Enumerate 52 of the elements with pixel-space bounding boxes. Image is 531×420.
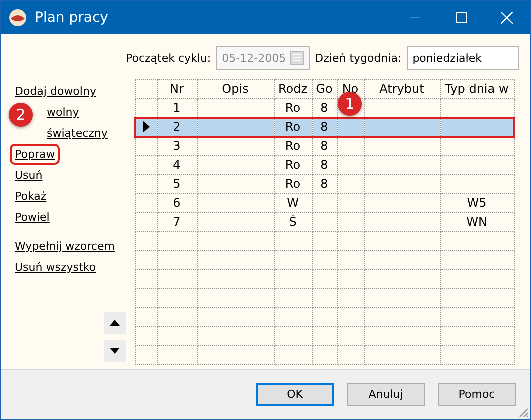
action-link[interactable]: Usuń wszystko	[9, 257, 96, 278]
table-cell: 8	[320, 120, 328, 134]
table-cell: Ro	[285, 139, 301, 154]
move-down-button[interactable]	[104, 340, 126, 362]
weekday-field[interactable]: poniedziałek	[406, 46, 519, 70]
move-up-button[interactable]	[104, 312, 126, 334]
action-link[interactable]: Wypełnij wzorcem	[9, 236, 115, 257]
table-cell: 8	[320, 100, 328, 115]
dialog-button[interactable]: Pomoc	[438, 383, 516, 406]
column-header: Opis	[197, 80, 274, 98]
table-cell: 5	[173, 177, 181, 191]
action-link[interactable]: Powiel	[9, 207, 50, 228]
action-link[interactable]: Dodaj dowolny	[9, 81, 96, 102]
cycle-start-label: Początek cyklu:	[126, 52, 212, 64]
window-title: Plan pracy	[35, 10, 110, 26]
table-cell: 8	[320, 177, 328, 191]
column-header: Go	[312, 80, 337, 98]
table-cell: 3	[173, 139, 181, 154]
action-link[interactable]: Pokaż	[9, 186, 47, 207]
down-arrow-icon	[110, 348, 120, 354]
table-cell: Ro	[285, 120, 301, 134]
action-link[interactable]: świąteczny	[47, 123, 108, 144]
column-header: Nr	[157, 80, 197, 98]
table-cell: Ro	[285, 100, 301, 115]
column-header: Atrybut	[364, 80, 440, 98]
action-link[interactable]: Usuń	[9, 165, 43, 186]
table-cell: Ro	[285, 177, 301, 191]
callout-badge: 1	[338, 92, 362, 116]
dialog-button[interactable]: Anuluj	[347, 383, 425, 406]
table-cell: W5	[467, 196, 487, 210]
column-header: Typ dnia w	[440, 80, 514, 98]
weekday-label: Dzień tygodnia:	[315, 52, 402, 64]
up-arrow-icon	[110, 320, 120, 326]
table-cell: 2	[173, 120, 181, 134]
resize-grip-icon[interactable]	[517, 406, 529, 418]
table-cell: 4	[173, 158, 181, 172]
row-pointer-icon	[141, 121, 152, 133]
dialog-button[interactable]: OK	[256, 383, 334, 406]
table-cell: 8	[320, 139, 328, 154]
column-header: Rodz	[274, 80, 312, 98]
table-cell: 1	[173, 100, 181, 115]
table-cell: Ro	[285, 158, 301, 172]
table-cell: WN	[466, 215, 488, 229]
table-cell: 6	[173, 196, 181, 210]
table-cell: 8	[320, 158, 328, 172]
action-link[interactable]: Popraw	[10, 144, 60, 165]
action-link[interactable]: wolny	[47, 102, 80, 123]
table-cell: 7	[173, 215, 181, 229]
app-logo-icon	[9, 8, 27, 26]
table-cell: W	[287, 196, 299, 210]
callout-badge: 2	[9, 103, 33, 127]
table-cell: Ś	[289, 215, 297, 229]
